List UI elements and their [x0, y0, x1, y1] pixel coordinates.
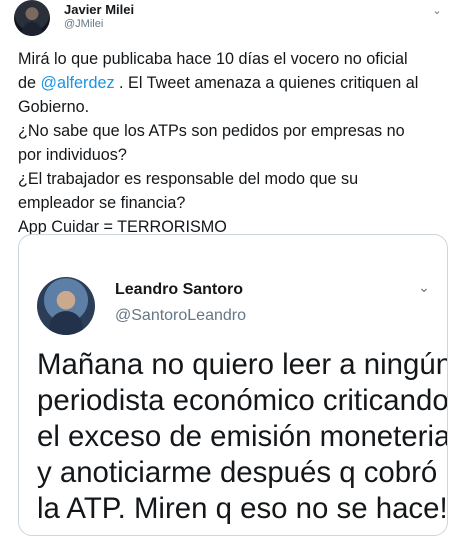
tweet-text-line: Gobierno. — [18, 98, 90, 116]
author-avatar[interactable] — [14, 0, 50, 36]
quoted-author-handle[interactable]: @SantoroLeandro — [115, 307, 246, 325]
tweet-text: Mirá lo que publicaba hace 10 días el vo… — [18, 47, 446, 239]
tweet-text-fragment: . El Tweet amenaza a quienes critiquen a… — [114, 74, 419, 92]
tweet-text-line: ¿El trabajador es responsable del modo q… — [18, 170, 359, 188]
quoted-text-line: la ATP. Miren q eso no se hace! — [37, 492, 448, 525]
tweet: Javier Milei @JMilei ⌄ Mirá lo que publi… — [0, 0, 450, 536]
tweet-text-line: de @alferdez . El Tweet amenaza a quiene… — [18, 71, 446, 95]
chevron-down-icon[interactable]: ⌄ — [430, 4, 444, 17]
quoted-text-line: el exceso de emisión moneteria — [37, 420, 448, 453]
chevron-down-icon[interactable]: ⌄ — [415, 279, 433, 295]
quoted-author-name[interactable]: Leandro Santoro — [115, 281, 243, 299]
tweet-text-line: por individuos? — [18, 146, 127, 164]
quoted-text-line: Mañana no quiero leer a ningún — [37, 348, 448, 381]
quoted-text-line: y anoticiarme después q cobró — [37, 456, 438, 489]
quoted-text-line: periodista económico criticando — [37, 384, 448, 417]
author-name[interactable]: Javier Milei — [64, 2, 134, 17]
quoted-tweet-text: Mañana no quiero leer a ningún periodist… — [37, 347, 448, 527]
quoted-author-avatar[interactable] — [37, 277, 95, 335]
mention-link[interactable]: @alferdez — [41, 74, 115, 92]
tweet-text-line: Mirá lo que publicaba hace 10 días el vo… — [18, 50, 408, 68]
tweet-text-line: ¿No sabe que los ATPs son pedidos por em… — [18, 122, 405, 140]
author-handle[interactable]: @JMilei — [64, 18, 103, 30]
quoted-tweet-card[interactable]: Leandro Santoro @SantoroLeandro ⌄ Mañana… — [18, 234, 448, 536]
tweet-text-line: empleador se financia? — [18, 194, 186, 212]
tweet-text-fragment: de — [18, 74, 41, 92]
